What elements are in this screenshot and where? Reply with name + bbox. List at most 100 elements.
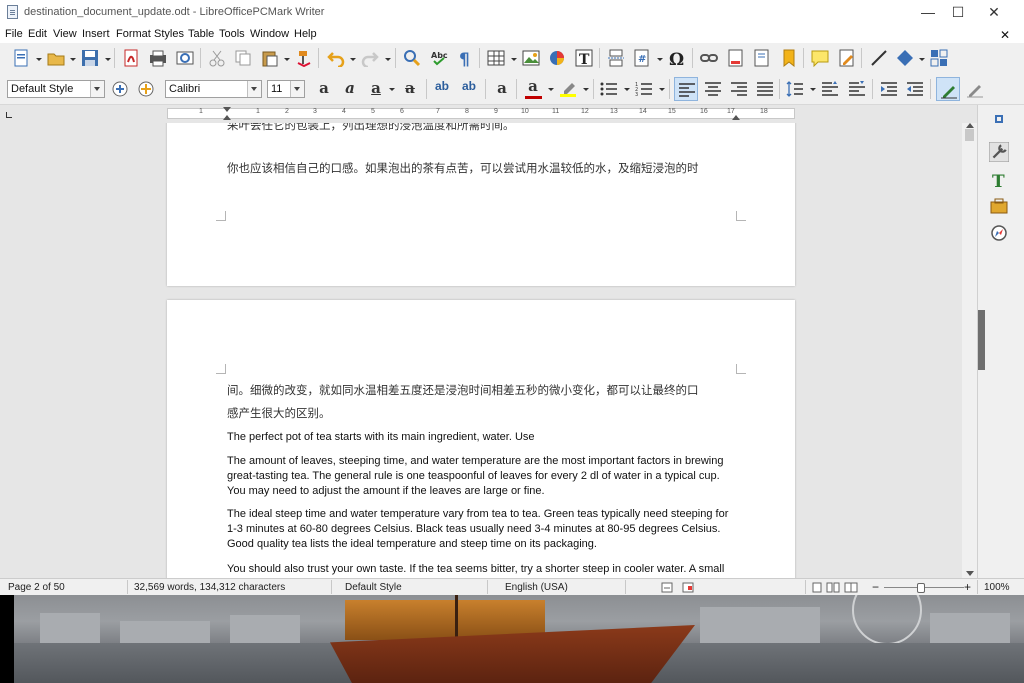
scroll-thumb[interactable]: [965, 129, 974, 141]
chevron-down-icon[interactable]: [548, 88, 554, 91]
new-style-icon[interactable]: [137, 80, 155, 98]
bold-icon[interactable]: a: [314, 79, 334, 97]
chevron-down-icon[interactable]: [36, 58, 42, 61]
chevron-down-icon[interactable]: [810, 88, 816, 91]
superscript-icon[interactable]: ab: [432, 79, 452, 93]
insert-textbox-icon[interactable]: T: [575, 49, 593, 67]
decrease-indent-icon[interactable]: [906, 80, 924, 98]
align-center-icon[interactable]: [704, 80, 722, 98]
italic-icon[interactable]: a: [340, 79, 360, 97]
chevron-down-icon[interactable]: [657, 58, 663, 61]
close-button[interactable]: ✕: [978, 2, 1010, 22]
menu-table[interactable]: Table: [188, 28, 214, 40]
chevron-down-icon[interactable]: [284, 58, 290, 61]
chevron-down-icon[interactable]: [385, 58, 391, 61]
footnote-icon[interactable]: [727, 49, 745, 67]
menu-view[interactable]: View: [53, 28, 77, 40]
chevron-down-icon[interactable]: [659, 88, 665, 91]
insert-field-icon[interactable]: #: [633, 49, 651, 67]
open-folder-icon[interactable]: [47, 49, 65, 67]
menu-window[interactable]: Window: [250, 28, 289, 40]
subscript-icon[interactable]: ab: [459, 79, 479, 93]
print-preview-icon[interactable]: [176, 49, 194, 67]
underline-icon[interactable]: a: [366, 79, 386, 97]
book-view-icon[interactable]: [844, 582, 858, 593]
styles-icon[interactable]: T: [990, 171, 1008, 189]
show-draw-functions-icon[interactable]: [966, 80, 984, 98]
sidebar-menu-icon[interactable]: [995, 115, 1003, 123]
word-count[interactable]: 32,569 words, 134,312 characters: [134, 582, 285, 593]
properties-icon[interactable]: [989, 142, 1009, 162]
font-name-combo[interactable]: Calibri: [165, 80, 262, 98]
horizontal-ruler[interactable]: 1 1 2 3 4 5 6 7 8 9 10 11 12 13 14 15 16…: [0, 105, 977, 123]
scroll-up-icon[interactable]: [966, 123, 974, 128]
multi-page-view-icon[interactable]: [826, 582, 840, 593]
decrease-paragraph-spacing-icon[interactable]: [848, 80, 866, 98]
chevron-down-icon[interactable]: [919, 58, 925, 61]
align-left-button[interactable]: [674, 77, 698, 101]
update-style-icon[interactable]: [111, 80, 129, 98]
chevron-down-icon[interactable]: [105, 58, 111, 61]
menu-tools[interactable]: Tools: [219, 28, 245, 40]
sidebar-collapse-handle[interactable]: [978, 310, 985, 370]
highlight-icon[interactable]: [559, 79, 577, 97]
formatting-marks-button[interactable]: [936, 77, 960, 101]
chevron-down-icon[interactable]: [70, 58, 76, 61]
chevron-down-icon[interactable]: [511, 58, 517, 61]
formatting-marks-icon[interactable]: ¶: [456, 49, 474, 67]
menu-insert[interactable]: Insert: [82, 28, 110, 40]
navigator-icon[interactable]: [990, 224, 1008, 242]
menu-format[interactable]: Format: [116, 28, 151, 40]
print-icon[interactable]: [149, 49, 167, 67]
document-modified-icon[interactable]: [682, 582, 694, 593]
page-break-icon[interactable]: [607, 49, 625, 67]
comment-icon[interactable]: [811, 49, 829, 67]
increase-paragraph-spacing-icon[interactable]: [821, 80, 839, 98]
strikethrough-icon[interactable]: a: [400, 79, 420, 97]
copy-icon[interactable]: [234, 49, 252, 67]
increase-indent-icon[interactable]: [880, 80, 898, 98]
gallery-icon[interactable]: [990, 197, 1008, 215]
cut-icon[interactable]: [208, 49, 226, 67]
chevron-down-icon[interactable]: [389, 88, 395, 91]
vertical-scrollbar[interactable]: [962, 123, 977, 578]
document-workspace[interactable]: 采叶会任它的包装上，列出理想的浸泡温度和所需时间。 你也应该相信自己的口感。如果…: [0, 123, 977, 578]
menu-file[interactable]: File: [5, 28, 23, 40]
close-document-button[interactable]: ✕: [1000, 28, 1010, 42]
export-pdf-icon[interactable]: [122, 49, 140, 67]
bookmark-icon[interactable]: [780, 49, 798, 67]
left-indent-marker[interactable]: [223, 115, 231, 120]
right-indent-marker[interactable]: [732, 115, 740, 120]
menu-help[interactable]: Help: [294, 28, 317, 40]
paragraph-style-combo[interactable]: Default Style: [7, 80, 105, 98]
insert-image-icon[interactable]: [522, 49, 540, 67]
hyperlink-icon[interactable]: [700, 49, 718, 67]
save-icon[interactable]: [81, 49, 99, 67]
page-count[interactable]: Page 2 of 50: [8, 582, 65, 593]
menu-edit[interactable]: Edit: [28, 28, 47, 40]
language[interactable]: English (USA): [505, 582, 568, 593]
page-1[interactable]: 采叶会任它的包装上，列出理想的浸泡温度和所需时间。 你也应该相信自己的口感。如果…: [167, 123, 795, 286]
special-character-icon[interactable]: Ω: [668, 49, 686, 67]
zoom-in-button[interactable]: +: [964, 580, 971, 594]
line-spacing-icon[interactable]: [786, 80, 804, 98]
track-changes-icon[interactable]: [838, 49, 856, 67]
clear-formatting-icon[interactable]: a: [492, 79, 512, 97]
paste-icon[interactable]: [261, 49, 279, 67]
comment-reference-icon[interactable]: [753, 49, 771, 67]
tab-stop-selector[interactable]: [6, 112, 12, 118]
bullet-list-icon[interactable]: [600, 80, 618, 98]
page-style[interactable]: Default Style: [345, 582, 402, 593]
single-page-view-icon[interactable]: [812, 582, 822, 593]
new-document-icon[interactable]: [12, 49, 30, 67]
numbered-list-icon[interactable]: 123: [635, 80, 653, 98]
undo-icon[interactable]: [327, 49, 345, 67]
redo-icon[interactable]: [361, 49, 379, 67]
find-replace-icon[interactable]: [403, 49, 421, 67]
insert-mode-icon[interactable]: [661, 582, 673, 593]
first-line-indent-marker[interactable]: [223, 107, 231, 112]
font-size-combo[interactable]: 11: [267, 80, 305, 98]
zoom-slider-thumb[interactable]: [917, 583, 925, 593]
chevron-down-icon[interactable]: [583, 88, 589, 91]
chevron-down-icon[interactable]: [90, 81, 104, 97]
